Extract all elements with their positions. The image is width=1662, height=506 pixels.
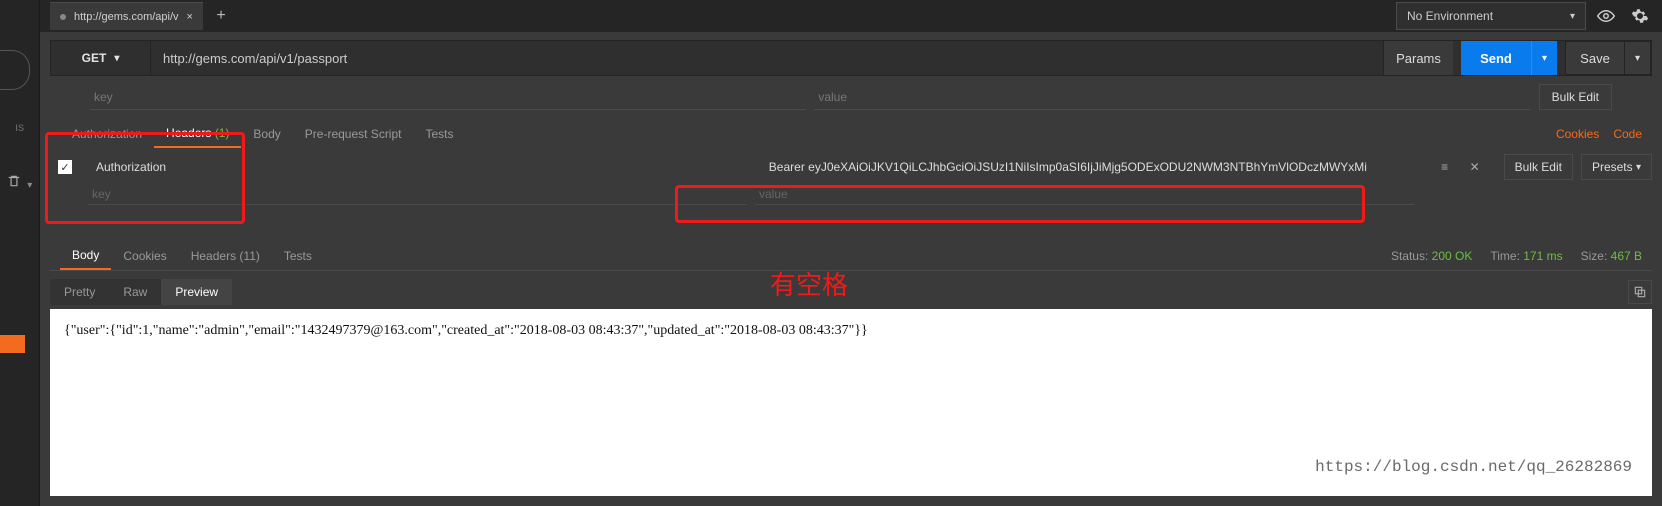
- presets-button[interactable]: Presets ▾: [1581, 154, 1652, 180]
- request-bar: GET ▾ http://gems.com/api/v1/passport Pa…: [50, 40, 1652, 76]
- save-dropdown[interactable]: ▾: [1625, 41, 1651, 75]
- request-tab[interactable]: http://gems.com/api/v ×: [50, 2, 203, 30]
- status-label: Status:: [1391, 249, 1428, 263]
- header-row: ✓ Authorization Bearer eyJ0eXAiOiJKV1QiL…: [50, 152, 1652, 182]
- tab-body[interactable]: Body: [241, 121, 292, 147]
- header-ghost-key[interactable]: key: [88, 183, 747, 205]
- copy-icon[interactable]: [1628, 280, 1652, 304]
- sidebar-active-marker: [0, 335, 25, 353]
- resp-tab-headers[interactable]: Headers (11): [179, 243, 272, 269]
- resp-tab-cookies[interactable]: Cookies: [111, 243, 178, 269]
- headers-area: ✓ Authorization Bearer eyJ0eXAiOiJKV1QiL…: [50, 152, 1652, 206]
- resp-headers-count: (11): [239, 249, 259, 263]
- chevron-down-icon: ▾: [114, 53, 119, 64]
- tab-tests[interactable]: Tests: [413, 121, 465, 147]
- trash-icon[interactable]: ▾: [7, 174, 32, 193]
- params-button[interactable]: Params: [1383, 41, 1453, 75]
- eye-icon[interactable]: [1592, 2, 1620, 30]
- size-label: Size:: [1581, 249, 1608, 263]
- sidebar-label: ıs: [15, 120, 24, 134]
- header-ghost-value[interactable]: value: [755, 183, 1414, 205]
- sidebar-shape: [0, 50, 30, 90]
- param-value-input[interactable]: value: [814, 84, 1530, 110]
- size-value: 467 B: [1611, 249, 1642, 263]
- header-ghost-row: key value: [50, 182, 1652, 206]
- header-value-input[interactable]: Bearer eyJ0eXAiOiJKV1QiLCJhbGciOiJSUzI1N…: [761, 160, 1426, 174]
- resp-tab-headers-label: Headers: [191, 249, 236, 263]
- headers-count: (1): [215, 126, 230, 140]
- cookies-link[interactable]: Cookies: [1556, 127, 1599, 141]
- request-section-tabs: Authorization Headers (1) Body Pre-reque…: [50, 120, 1652, 148]
- tab-headers[interactable]: Headers (1): [154, 120, 241, 148]
- response-section-tabs: Body Cookies Headers (11) Tests Status: …: [50, 242, 1652, 271]
- sidebar: ıs ▾: [0, 0, 40, 506]
- resp-tab-tests[interactable]: Tests: [272, 243, 324, 269]
- bulk-edit-button[interactable]: Bulk Edit: [1539, 84, 1612, 110]
- code-link[interactable]: Code: [1613, 127, 1642, 141]
- tab-title: http://gems.com/api/v: [74, 11, 179, 23]
- view-pretty[interactable]: Pretty: [50, 279, 109, 305]
- view-mode-tabs: Pretty Raw Preview: [50, 279, 1652, 305]
- environment-selected: No Environment: [1407, 9, 1493, 23]
- header-checkbox[interactable]: ✓: [58, 160, 72, 174]
- gear-icon[interactable]: [1626, 2, 1654, 30]
- send-dropdown[interactable]: ▾: [1531, 41, 1557, 75]
- send-button[interactable]: Send: [1461, 41, 1531, 75]
- param-key-input[interactable]: key: [90, 84, 806, 110]
- bulk-edit-headers-button[interactable]: Bulk Edit: [1504, 154, 1573, 180]
- params-kv-row: key value Bulk Edit: [50, 84, 1652, 110]
- resp-tab-body[interactable]: Body: [60, 242, 111, 270]
- time-label: Time:: [1490, 249, 1520, 263]
- annotation-text: 有空格: [770, 265, 848, 302]
- close-icon[interactable]: ×: [187, 11, 193, 23]
- status-value: 200 OK: [1432, 249, 1473, 263]
- view-preview[interactable]: Preview: [161, 279, 232, 305]
- header-key-input[interactable]: Authorization: [88, 160, 753, 174]
- chevron-down-icon: ▾: [1570, 11, 1575, 22]
- reorder-icon[interactable]: ≡: [1434, 156, 1456, 178]
- response-meta: Status: 200 OK Time: 171 ms Size: 467 B: [1391, 249, 1642, 263]
- method-select[interactable]: GET ▾: [51, 41, 151, 75]
- presets-label: Presets: [1592, 160, 1633, 174]
- tab-prerequest[interactable]: Pre-request Script: [293, 121, 414, 147]
- tab-authorization[interactable]: Authorization: [60, 121, 154, 147]
- add-tab-button[interactable]: +: [207, 2, 235, 30]
- tab-dirty-dot: [60, 14, 66, 20]
- view-raw[interactable]: Raw: [109, 279, 161, 305]
- environment-select[interactable]: No Environment ▾: [1396, 2, 1586, 30]
- tab-headers-label: Headers: [166, 126, 211, 140]
- tabbar: http://gems.com/api/v × + No Environment…: [40, 0, 1662, 32]
- time-value: 171 ms: [1523, 249, 1562, 263]
- method-label: GET: [82, 51, 107, 65]
- save-button[interactable]: Save: [1565, 41, 1625, 75]
- watermark: https://blog.csdn.net/qq_26282869: [1315, 458, 1632, 476]
- delete-row-icon[interactable]: ✕: [1464, 156, 1486, 178]
- url-input[interactable]: http://gems.com/api/v1/passport: [151, 41, 1383, 75]
